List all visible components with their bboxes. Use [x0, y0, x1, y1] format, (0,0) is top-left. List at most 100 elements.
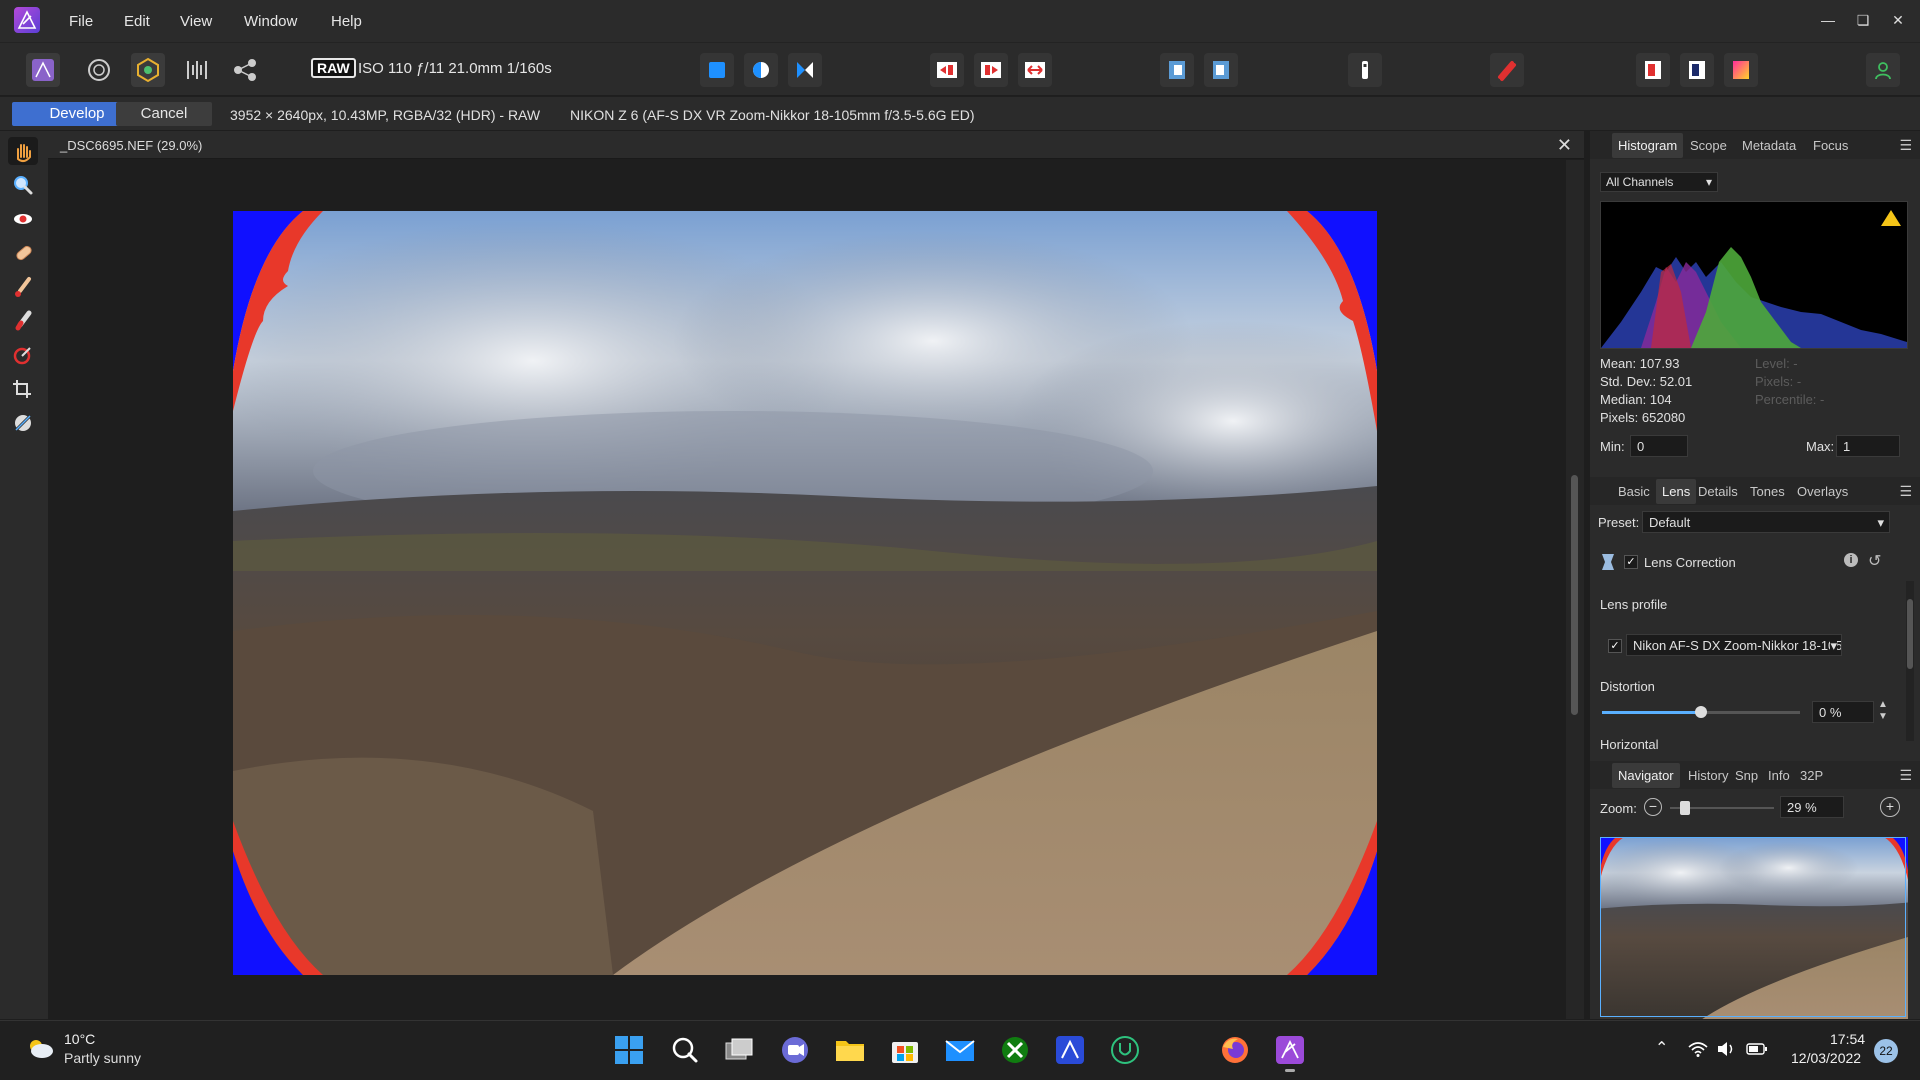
firefox-icon[interactable] — [1218, 1033, 1252, 1067]
navigator-viewport-frame[interactable] — [1600, 837, 1906, 1017]
tab-overlays[interactable]: Overlays — [1797, 484, 1848, 499]
distortion-stepper-icon[interactable]: ▲ ▼ — [1878, 699, 1888, 723]
tab-lens[interactable]: Lens — [1656, 479, 1697, 504]
min-field[interactable]: 0 — [1630, 435, 1688, 457]
weather-icon[interactable] — [26, 1037, 54, 1059]
clock-time[interactable]: 17:54 — [1830, 1031, 1865, 1047]
view-mode-split-icon[interactable] — [1680, 53, 1714, 87]
brush-tool-icon[interactable] — [8, 273, 38, 301]
close-window-icon[interactable]: ✕ — [1888, 10, 1908, 30]
tab-tones[interactable]: Tones — [1750, 484, 1785, 499]
menu-file[interactable]: File — [69, 13, 93, 30]
erase-brush-tool-icon[interactable] — [8, 307, 38, 335]
mirror-view-icon[interactable] — [974, 53, 1008, 87]
affinity-photo-icon[interactable] — [1273, 1033, 1307, 1072]
lens-correction-checkbox[interactable]: ✓ — [1624, 555, 1638, 569]
tab-details[interactable]: Details — [1698, 484, 1738, 499]
cancel-button[interactable]: Cancel — [116, 102, 212, 126]
zoom-slider-track[interactable] — [1670, 801, 1774, 815]
tab-basic[interactable]: Basic — [1618, 484, 1650, 499]
tab-histogram[interactable]: Histogram — [1612, 133, 1684, 158]
tab-history[interactable]: History — [1688, 768, 1728, 783]
tab-32p[interactable]: 32P — [1800, 768, 1823, 783]
show-hidden-icons-icon[interactable]: ⌃ — [1655, 1038, 1668, 1058]
zoom-field[interactable]: 29 % — [1780, 796, 1844, 818]
wifi-icon[interactable] — [1688, 1041, 1708, 1057]
notification-badge[interactable]: 22 — [1874, 1039, 1898, 1063]
preset-dropdown[interactable]: Default ▾ — [1642, 511, 1890, 533]
distortion-slider-track[interactable] — [1602, 706, 1800, 718]
clipping-midtones-icon[interactable] — [744, 53, 778, 87]
battery-icon[interactable] — [1746, 1042, 1768, 1056]
zoom-slider-handle[interactable] — [1680, 801, 1690, 815]
navigator-thumbnail[interactable] — [1600, 837, 1908, 1019]
restore-icon[interactable]: ❏ — [1853, 10, 1873, 30]
menu-view[interactable]: View — [180, 13, 212, 30]
scrollbar-thumb[interactable] — [1907, 599, 1913, 669]
split-view-icon[interactable] — [930, 53, 964, 87]
distortion-field[interactable]: 0 % — [1812, 701, 1874, 723]
photo-canvas-image[interactable] — [233, 211, 1377, 975]
file-explorer-icon[interactable] — [833, 1033, 867, 1067]
distortion-slider-handle[interactable] — [1695, 706, 1707, 718]
develop-panel-scrollbar[interactable] — [1906, 581, 1914, 741]
document-tab[interactable]: _DSC6695.NEF (29.0%) ✕ — [48, 131, 1584, 159]
mail-icon[interactable] — [943, 1033, 977, 1067]
max-field[interactable]: 1 — [1836, 435, 1900, 457]
windows-start-icon[interactable] — [612, 1033, 646, 1067]
color-view-icon[interactable] — [1724, 53, 1758, 87]
close-document-icon[interactable]: ✕ — [1557, 135, 1572, 156]
search-icon[interactable] — [668, 1033, 702, 1067]
gradient-tool-icon[interactable] — [8, 341, 38, 369]
xbox-icon[interactable] — [998, 1033, 1032, 1067]
teams-chat-icon[interactable] — [778, 1033, 812, 1067]
tab-focus[interactable]: Focus — [1813, 138, 1848, 153]
view-tool-hand-icon[interactable] — [8, 137, 38, 165]
menu-window[interactable]: Window — [244, 13, 297, 30]
scrollbar-thumb[interactable] — [1571, 475, 1578, 715]
zoom-in-icon[interactable]: + — [1880, 797, 1900, 817]
compare-view-icon[interactable] — [1018, 53, 1052, 87]
panel-menu-icon[interactable]: ☰ — [1899, 483, 1912, 500]
reset-icon[interactable]: ↺ — [1868, 551, 1881, 571]
red-eye-tool-icon[interactable] — [8, 205, 38, 233]
view-mode-single-icon[interactable] — [1636, 53, 1670, 87]
menu-edit[interactable]: Edit — [124, 13, 150, 30]
affinity-designer-icon[interactable] — [1053, 1033, 1087, 1067]
tab-scope[interactable]: Scope — [1690, 138, 1727, 153]
volume-icon[interactable] — [1716, 1041, 1736, 1057]
develop-persona-icon[interactable] — [131, 53, 165, 87]
export-layer-icon[interactable] — [1160, 53, 1194, 87]
menu-help[interactable]: Help — [331, 13, 362, 30]
snapping-icon[interactable] — [1490, 53, 1524, 87]
crop-tool-icon[interactable] — [8, 375, 38, 403]
lens-profile-checkbox[interactable]: ✓ — [1608, 639, 1622, 653]
clock-date[interactable]: 12/03/2022 — [1791, 1050, 1861, 1066]
canvas-vertical-scrollbar[interactable] — [1566, 160, 1584, 1019]
clipping-highlights-icon[interactable] — [788, 53, 822, 87]
zoom-tool-icon[interactable] — [8, 171, 38, 199]
develop-assistant-icon[interactable] — [1348, 53, 1382, 87]
liquify-persona-icon[interactable] — [82, 53, 116, 87]
white-balance-tool-icon[interactable] — [8, 409, 38, 437]
tab-snapshots[interactable]: Snp — [1735, 768, 1758, 783]
tone-mapping-persona-icon[interactable] — [180, 53, 214, 87]
export-persona-icon[interactable] — [228, 53, 262, 87]
tab-navigator[interactable]: Navigator — [1612, 763, 1680, 788]
affinity-photo-logo-icon[interactable] — [14, 7, 40, 33]
minimize-icon[interactable]: — — [1818, 10, 1838, 30]
lens-profile-dropdown[interactable]: Nikon AF-S DX Zoom-Nikkor 18-105mm ▾ — [1626, 634, 1842, 656]
clipping-shadows-icon[interactable] — [700, 53, 734, 87]
blemish-removal-tool-icon[interactable] — [8, 239, 38, 267]
upwork-icon[interactable] — [1108, 1033, 1142, 1067]
panel-menu-icon[interactable]: ☰ — [1899, 137, 1912, 154]
tab-info[interactable]: Info — [1768, 768, 1790, 783]
user-account-icon[interactable] — [1866, 53, 1900, 87]
tab-metadata[interactable]: Metadata — [1742, 138, 1796, 153]
photo-persona-icon[interactable] — [26, 53, 60, 87]
microsoft-store-icon[interactable] — [888, 1033, 922, 1067]
output-layer-icon[interactable] — [1204, 53, 1238, 87]
info-icon[interactable]: i — [1844, 553, 1858, 567]
zoom-out-icon[interactable]: − — [1644, 798, 1662, 816]
task-view-icon[interactable] — [722, 1033, 756, 1067]
